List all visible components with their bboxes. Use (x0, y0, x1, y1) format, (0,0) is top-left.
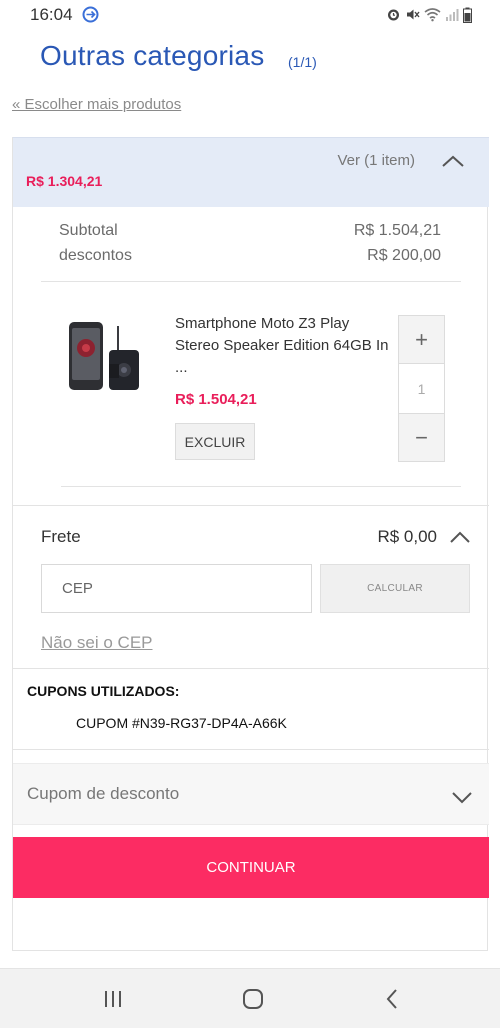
quantity-stepper: + 1 − (398, 315, 445, 462)
home-icon[interactable] (240, 987, 266, 1011)
chevron-up-icon[interactable] (441, 154, 465, 168)
continue-button[interactable]: CONTINUAR (13, 837, 489, 898)
subtotal-value: R$ 1.504,21 (353, 222, 441, 239)
page-count: (1/1) (288, 54, 317, 70)
system-nav-bar (0, 968, 500, 1028)
product-price: R$ 1.504,21 (175, 391, 257, 408)
battery-icon (463, 7, 472, 23)
signal-icon (446, 9, 459, 21)
quantity-value[interactable]: 1 (399, 364, 444, 413)
quantity-decrease-button[interactable]: − (399, 413, 444, 461)
wifi-icon (424, 8, 441, 22)
divider (13, 668, 489, 669)
data-saver-icon (82, 6, 99, 23)
back-icon[interactable] (380, 987, 406, 1011)
cart-summary-bar[interactable]: R$ 1.304,21 Ver (1 item) (13, 137, 489, 207)
remove-item-button[interactable]: EXCLUIR (175, 423, 255, 460)
subtotal-label: Subtotal (59, 222, 118, 239)
recent-apps-icon[interactable] (100, 987, 126, 1011)
product-image[interactable] (65, 320, 143, 395)
discount-value: R$ 200,00 (367, 247, 441, 264)
chevron-up-icon[interactable] (449, 530, 471, 544)
divider (61, 486, 461, 487)
coupons-title: CUPONS UTILIZADOS: (27, 683, 180, 699)
alarm-icon (388, 9, 399, 21)
quantity-increase-button[interactable]: + (399, 316, 444, 364)
choose-more-products-link[interactable]: « Escolher mais produtos (12, 96, 181, 113)
shipping-label: Frete (41, 527, 81, 546)
status-icons (386, 6, 472, 23)
no-cep-link[interactable]: Não sei o CEP (41, 633, 153, 653)
discount-coupon-toggle[interactable]: Cupom de desconto (13, 763, 489, 825)
discount-coupon-label: Cupom de desconto (27, 784, 180, 803)
cart-panel: R$ 1.304,21 Ver (1 item) Subtotal R$ 1.5… (12, 137, 489, 951)
cep-input[interactable] (41, 564, 312, 613)
view-items-toggle[interactable]: Ver (1 item) (337, 152, 415, 169)
coupon-code: CUPOM #N39-RG37-DP4A-A66K (76, 715, 287, 731)
page-title: Outras categorias (40, 40, 265, 71)
divider (41, 281, 461, 282)
cart-total: R$ 1.304,21 (26, 173, 103, 189)
discount-label: descontos (59, 247, 132, 264)
calculate-shipping-button[interactable]: CALCULAR (320, 564, 470, 613)
product-name[interactable]: Smartphone Moto Z3 Play Stereo Speaker E… (175, 313, 391, 379)
status-bar: 16:04 (0, 0, 500, 30)
chevron-down-icon (452, 792, 472, 804)
mute-icon (407, 9, 420, 20)
shipping-value: R$ 0,00 (377, 527, 437, 546)
status-time: 16:04 (30, 5, 73, 24)
